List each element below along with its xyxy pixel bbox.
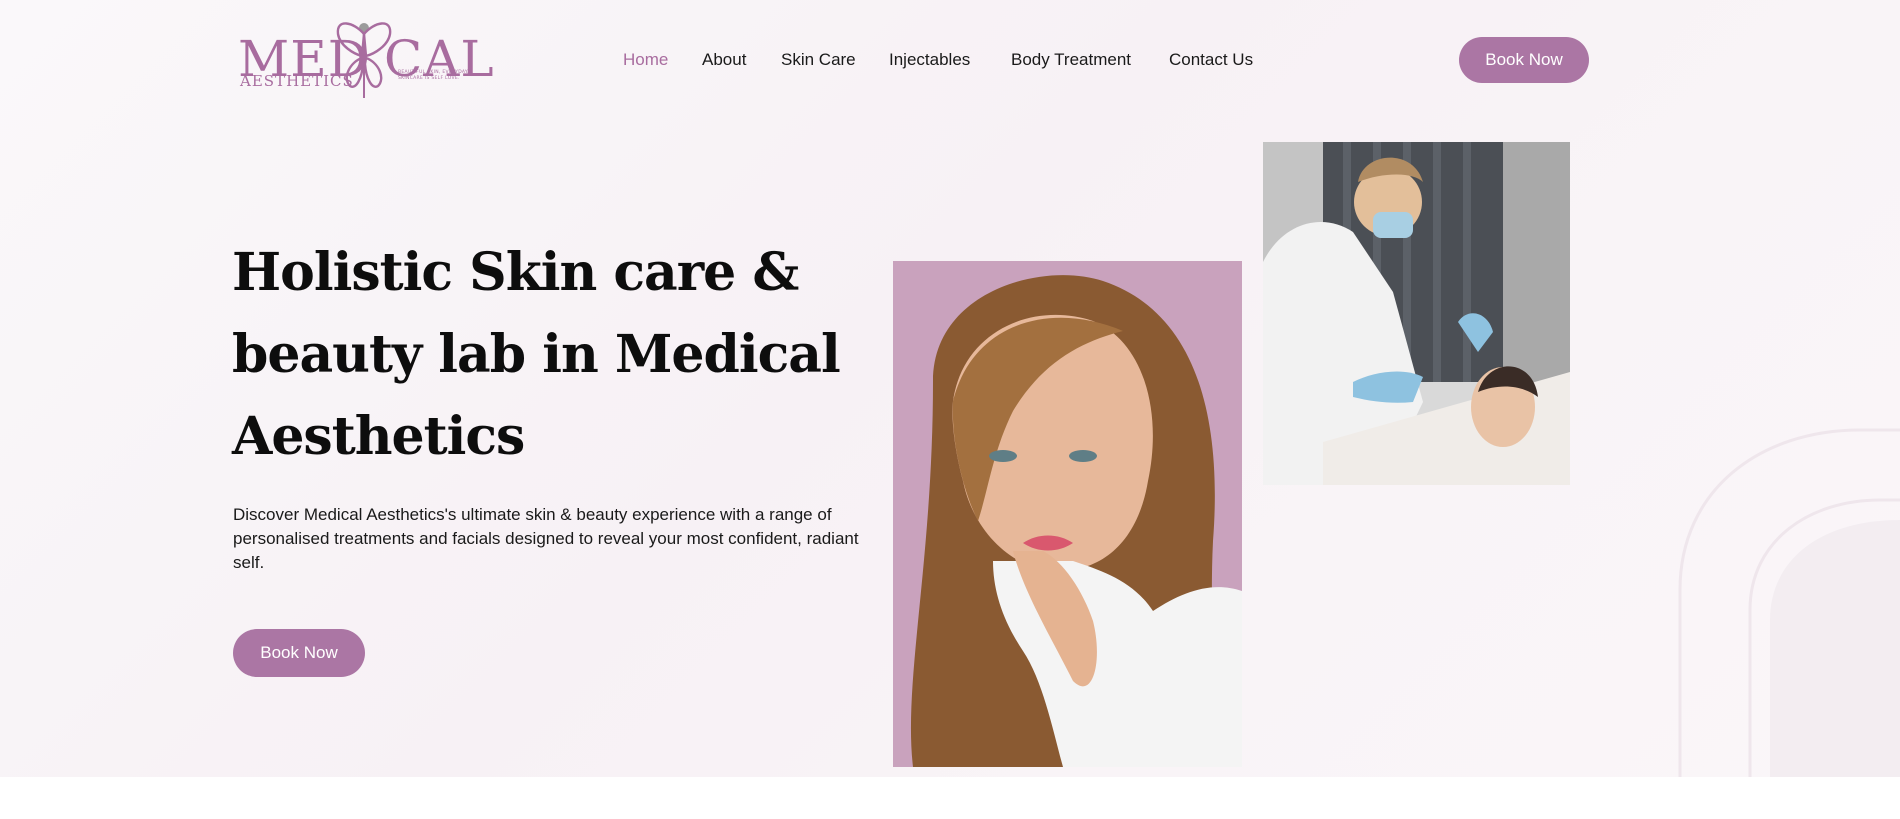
headline-line-1: Holistic Skin care & [232, 242, 799, 303]
hero-headline: Holistic Skin care & beauty lab in Medic… [232, 232, 872, 478]
woman-portrait-image [893, 261, 1242, 767]
nav-item-contact-us[interactable]: Contact Us [1169, 49, 1253, 71]
hero-description: Discover Medical Aesthetics's ultimate s… [233, 505, 859, 572]
nav-item-body-treatment[interactable]: Body Treatment [1011, 49, 1131, 71]
decorative-arches [1678, 428, 1900, 777]
hero-section: MED CAL AESTHETICS BEAUTIFUL SKIN, EVERY… [0, 0, 1900, 777]
nav-item-home[interactable]: Home [623, 49, 668, 71]
headline-line-3: Aesthetics [232, 406, 525, 467]
hero-book-now-button[interactable]: Book Now [233, 629, 365, 677]
nav-item-about[interactable]: About [702, 49, 746, 71]
header-book-now-button[interactable]: Book Now [1459, 37, 1589, 83]
nav-item-skin-care[interactable]: Skin Care [781, 49, 856, 71]
treatment-photo-image [1263, 142, 1570, 485]
logo-tagline: BEAUTIFUL SKIN, EVERYDAY. SKINCARE IS SE… [398, 70, 469, 81]
headline-line-2: beauty lab in Medical [232, 324, 841, 385]
butterfly-logo-icon [336, 22, 392, 98]
brand-logo[interactable]: MED CAL AESTHETICS BEAUTIFUL SKIN, EVERY… [236, 16, 494, 102]
nav-item-injectables[interactable]: Injectables [889, 49, 970, 71]
